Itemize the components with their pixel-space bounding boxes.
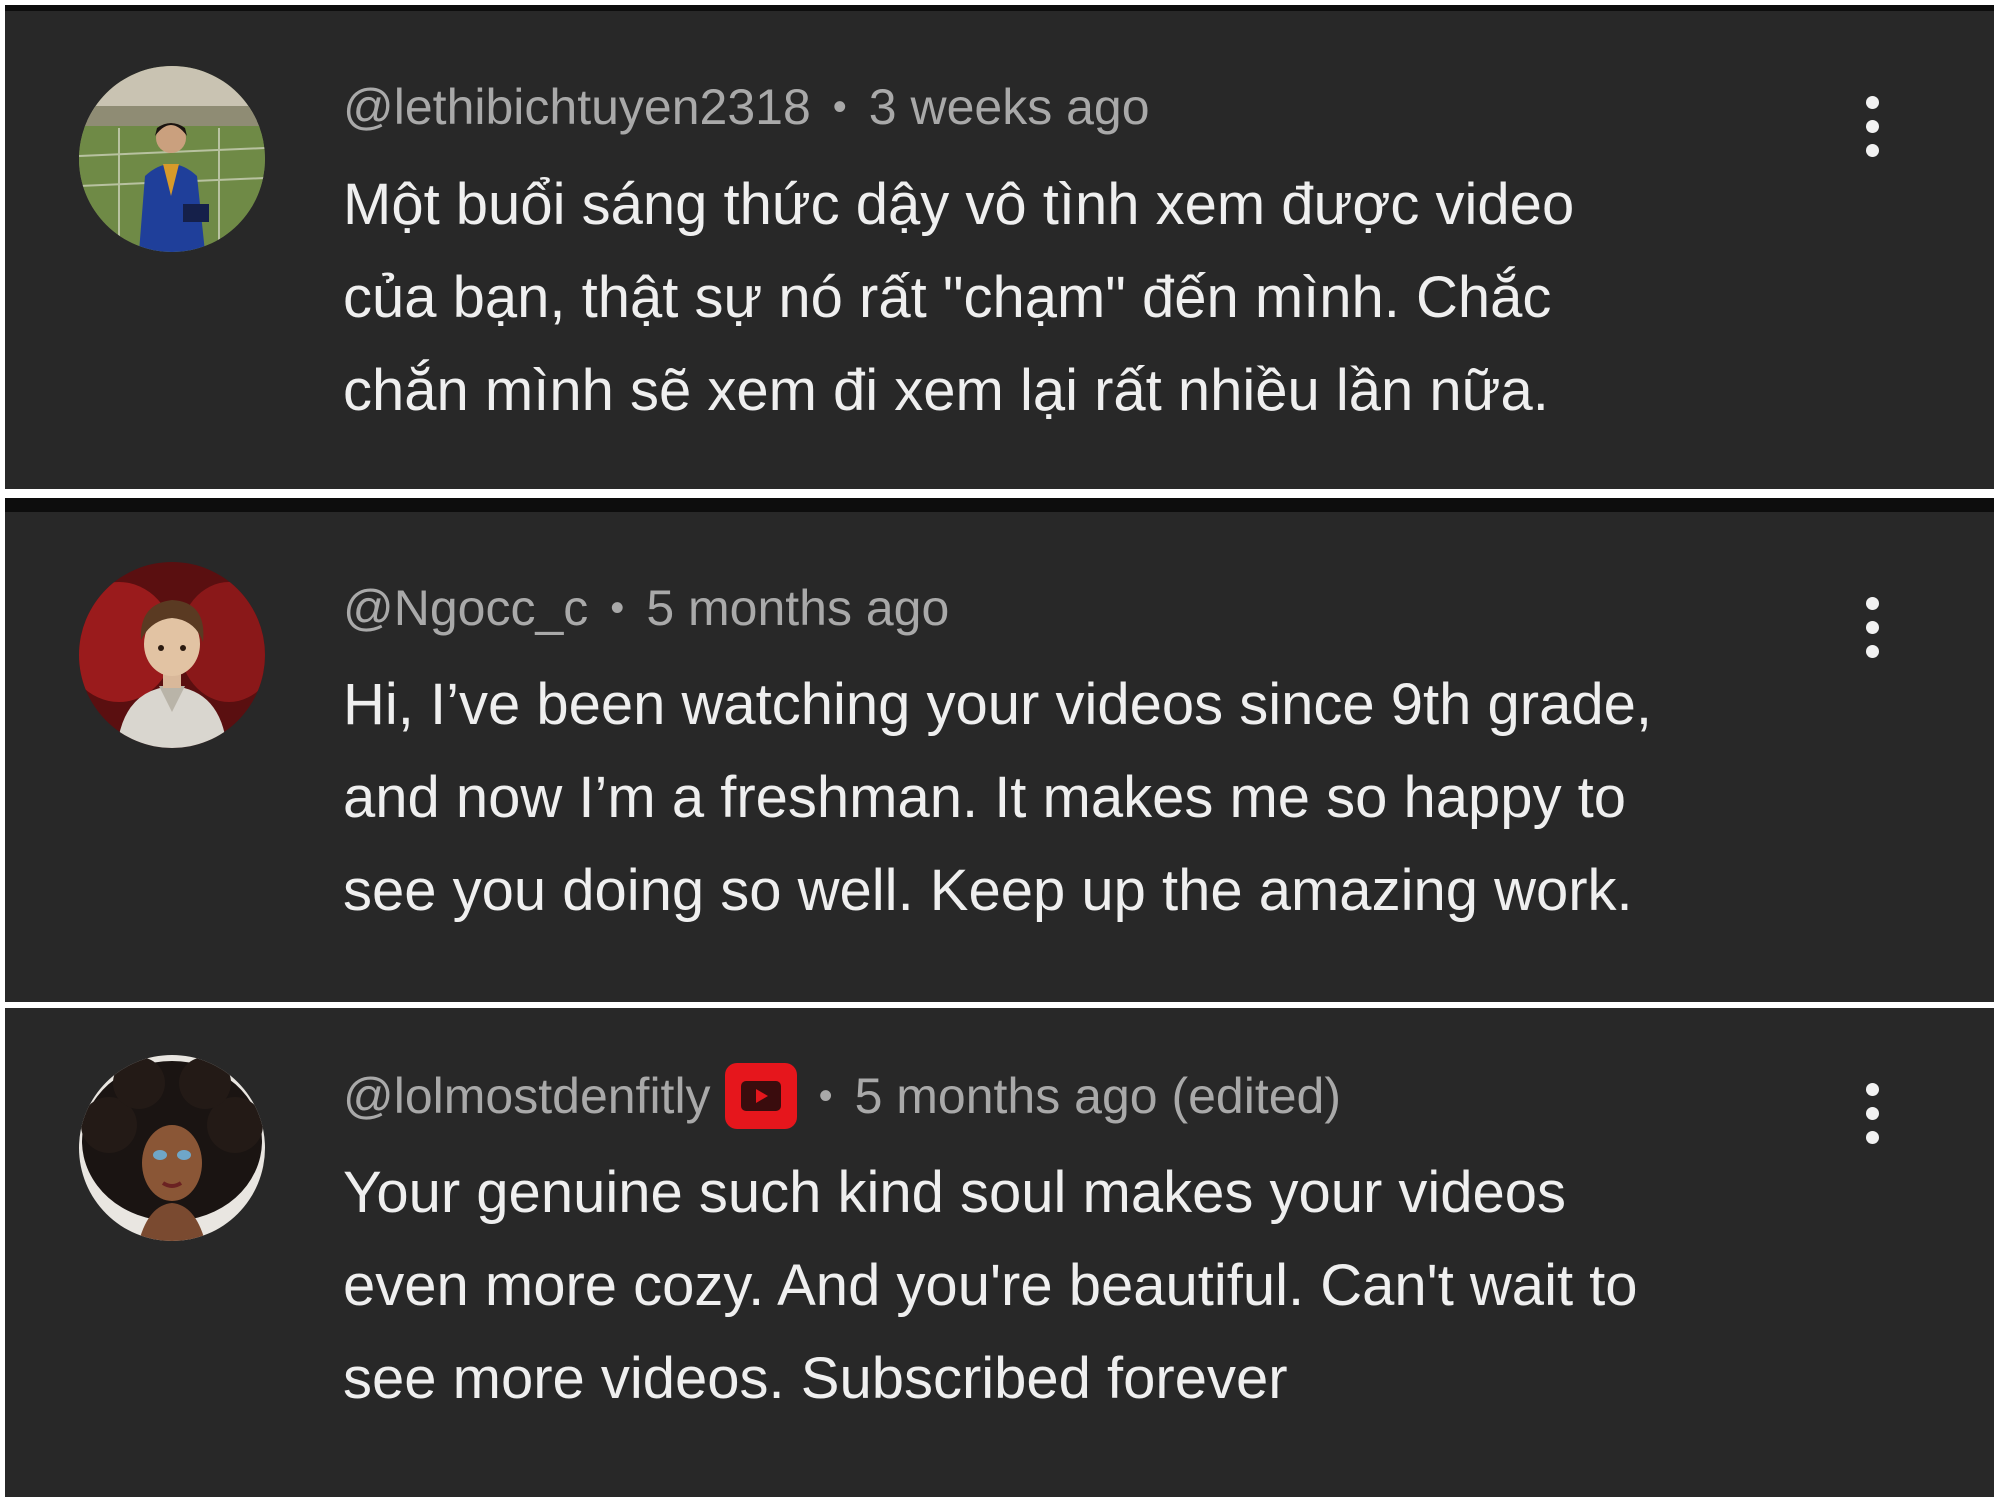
timestamp[interactable]: 5 months ago (edited) <box>855 1066 1341 1126</box>
separator-dot: • <box>832 85 847 129</box>
author-handle[interactable]: @lolmostdenfitly <box>343 1066 711 1126</box>
graduate-photo-avatar <box>79 66 265 252</box>
timestamp[interactable]: 5 months ago <box>646 578 949 638</box>
more-vert-icon[interactable] <box>1853 597 1893 667</box>
timestamp[interactable]: 3 weeks ago <box>869 77 1150 137</box>
anime-character-avatar <box>79 562 265 748</box>
separator-dot: • <box>610 586 625 630</box>
comment-text: Một buổi sáng thức dậy vô tình xem được … <box>343 172 1575 423</box>
comment-meta: @lethibichtuyen2318 • 3 weeks ago <box>343 77 1150 137</box>
author-handle[interactable]: @Ngocc_c <box>343 578 588 638</box>
comment-card: @lethibichtuyen2318 • 3 weeks ago Một bu… <box>5 5 1994 489</box>
comments-collage: @lethibichtuyen2318 • 3 weeks ago Một bu… <box>0 0 1999 1500</box>
comment-meta: @Ngocc_c • 5 months ago <box>343 578 949 638</box>
more-vert-icon[interactable] <box>1853 96 1893 166</box>
more-vert-icon[interactable] <box>1853 1083 1893 1153</box>
avatar[interactable] <box>79 66 265 252</box>
author-handle[interactable]: @lethibichtuyen2318 <box>343 77 811 137</box>
youtube-member-badge-icon <box>724 1063 797 1129</box>
avatar[interactable] <box>79 562 265 748</box>
comment-text: Hi, I’ve been watching your videos since… <box>343 672 1652 923</box>
comment-card: @Ngocc_c • 5 months ago Hi, I’ve been wa… <box>5 498 1994 1002</box>
doll-portrait-avatar <box>79 1055 265 1241</box>
separator-dot: • <box>818 1074 833 1118</box>
comment-meta: @lolmostdenfitly • 5 months ago (edited) <box>343 1063 1341 1129</box>
avatar[interactable] <box>79 1055 265 1241</box>
comment-text: Your genuine such kind soul makes your v… <box>343 1160 1638 1411</box>
comment-card: @lolmostdenfitly • 5 months ago (edited)… <box>5 1008 1994 1497</box>
